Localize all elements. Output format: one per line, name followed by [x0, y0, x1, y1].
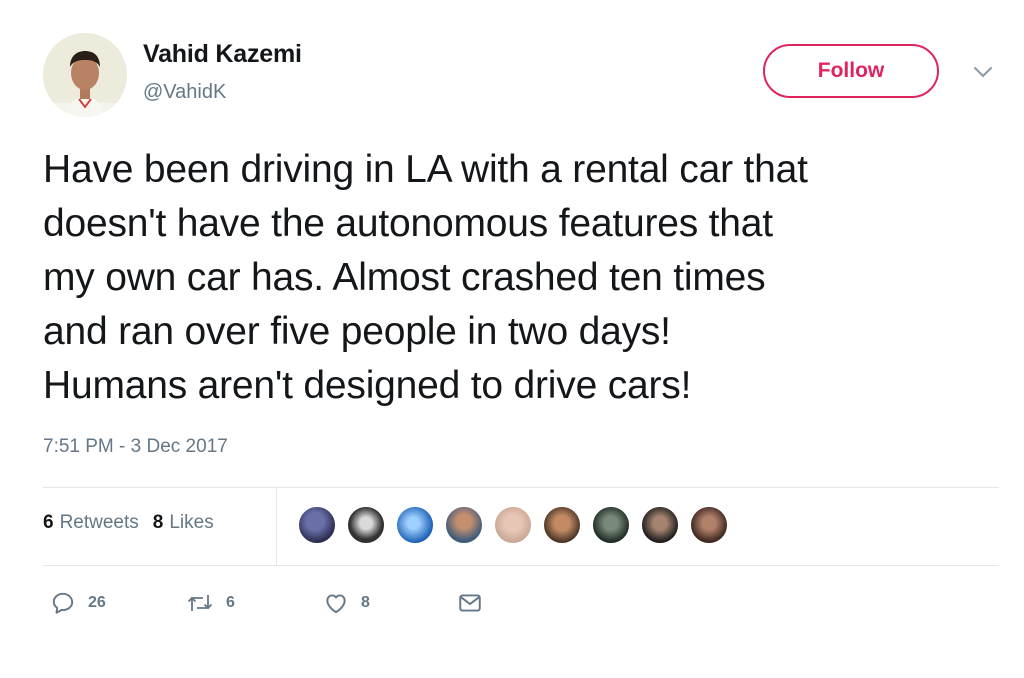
likes-label: Likes	[169, 512, 214, 533]
timestamp[interactable]: 7:51 PM - 3 Dec 2017	[43, 436, 228, 458]
divider	[43, 487, 999, 488]
author-name[interactable]: Vahid Kazemi	[143, 40, 302, 69]
liker-avatar[interactable]	[493, 505, 533, 545]
liker-avatar[interactable]	[591, 505, 631, 545]
follow-button[interactable]: Follow	[763, 44, 939, 98]
tweet-text-line: Humans aren't designed to drive cars!	[43, 364, 692, 407]
like-action[interactable]: 8	[323, 590, 370, 616]
chevron-down-icon[interactable]	[970, 62, 996, 82]
liker-avatar[interactable]	[640, 505, 680, 545]
tweet-text: Have been driving in LA with a rental ca…	[43, 143, 1003, 413]
like-count: 8	[361, 594, 370, 611]
tweet-text-line: doesn't have the autonomous features tha…	[43, 202, 773, 245]
retweets-count: 6	[43, 512, 54, 533]
tweet-text-line: Have been driving in LA with a rental ca…	[43, 148, 808, 191]
divider	[43, 565, 999, 566]
retweet-icon	[187, 595, 213, 611]
liker-avatar[interactable]	[346, 505, 386, 545]
liker-avatar[interactable]	[444, 505, 484, 545]
likes-stat[interactable]: 8 Likes	[153, 512, 214, 534]
envelope-icon	[459, 594, 481, 612]
liker-avatar[interactable]	[395, 505, 435, 545]
reply-count: 26	[88, 594, 106, 611]
liker-avatar[interactable]	[297, 505, 337, 545]
tweet-text-line: my own car has. Almost crashed ten times	[43, 256, 766, 299]
likes-count: 8	[152, 512, 164, 533]
retweets-label: Retweets	[59, 512, 139, 533]
tweet-card: Vahid Kazemi @VahidK Follow Have been dr…	[0, 0, 1024, 678]
liker-avatar[interactable]	[689, 505, 729, 545]
liker-avatar[interactable]	[542, 505, 582, 545]
tweet-stats: 6 Retweets 8 Likes	[43, 512, 214, 534]
tweet-text-line: and ran over five people in two days!	[43, 310, 671, 353]
reply-action[interactable]: 26	[50, 590, 106, 616]
direct-message-action[interactable]	[457, 590, 483, 616]
retweets-stat[interactable]: 6 Retweets	[43, 512, 139, 534]
heart-icon	[326, 594, 346, 614]
retweet-count: 6	[226, 594, 235, 611]
author-handle[interactable]: @VahidK	[143, 81, 226, 104]
reply-icon	[52, 592, 74, 614]
stats-divider	[276, 487, 277, 565]
retweet-action[interactable]: 6	[186, 590, 235, 616]
avatar[interactable]	[43, 33, 127, 117]
avatar-image	[43, 33, 127, 117]
